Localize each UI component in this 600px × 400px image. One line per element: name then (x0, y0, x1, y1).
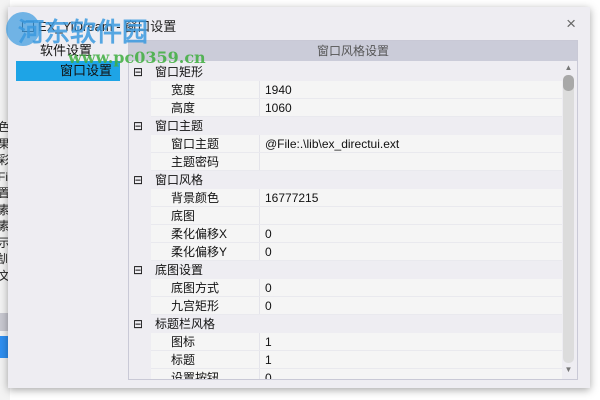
property-row[interactable]: 图标 1 (151, 333, 562, 351)
group-name: 窗口主题 (155, 119, 204, 133)
property-name: 高度 (171, 101, 196, 115)
property-name: 图标 (171, 335, 196, 349)
property-value[interactable]: 1940 (259, 81, 292, 98)
property-row[interactable]: 标题 1 (151, 351, 562, 369)
property-row[interactable]: 背景颜色 16777215 (151, 189, 562, 207)
property-row[interactable]: 高度 1060 (151, 99, 562, 117)
property-row[interactable]: 柔化偏移Y 0 (151, 243, 562, 261)
property-name: 主题密码 (171, 155, 220, 169)
property-value[interactable]: 1 (259, 333, 272, 350)
property-group[interactable]: ⊟ 窗口主题 (129, 117, 562, 135)
property-value[interactable] (259, 153, 265, 170)
property-value[interactable]: 1060 (259, 99, 292, 116)
property-value[interactable]: 0 (259, 243, 272, 260)
scroll-track[interactable] (563, 75, 574, 363)
property-name: 柔化偏移Y (171, 245, 228, 259)
property-group[interactable]: ⊟ 标题栏风格 (129, 315, 562, 333)
property-row[interactable]: 宽度 1940 (151, 81, 562, 99)
property-name: 窗口主题 (171, 137, 220, 151)
property-group[interactable]: ⊟ 底图设置 (129, 261, 562, 279)
property-name: 背景颜色 (171, 191, 220, 205)
group-name: 窗口风格 (155, 173, 204, 187)
property-row[interactable]: 柔化偏移X 0 (151, 225, 562, 243)
property-name: 底图 (171, 209, 196, 223)
property-row[interactable]: 主题密码 (151, 153, 562, 171)
scroll-up-icon[interactable]: ▲ (563, 63, 574, 73)
scroll-down-icon[interactable]: ▼ (563, 365, 574, 375)
property-value[interactable]: 0 (259, 297, 272, 314)
close-button[interactable]: × (566, 14, 576, 34)
property-name: 宽度 (171, 83, 196, 97)
property-value[interactable]: 0 (259, 369, 272, 379)
property-name: 九宫矩形 (171, 299, 220, 313)
property-row[interactable]: 设置按钮 0 (151, 369, 562, 380)
scroll-thumb[interactable] (563, 75, 574, 91)
group-name: 标题栏风格 (155, 317, 216, 331)
property-row[interactable]: 九宫矩形 0 (151, 297, 562, 315)
property-value[interactable] (259, 207, 265, 224)
property-name: 底图方式 (171, 281, 220, 295)
property-value[interactable]: 0 (259, 279, 272, 296)
property-name: 设置按钮 (171, 371, 220, 380)
property-row[interactable]: 底图 (151, 207, 562, 225)
property-value[interactable]: 1 (259, 351, 272, 368)
property-name: 标题 (171, 353, 196, 367)
property-group[interactable]: ⊟ 窗口风格 (129, 171, 562, 189)
watermark-text: 河东软件园 (18, 18, 149, 48)
property-grid: 窗口风格设置 ⊟ 窗口矩形 宽度 1940 高度 1060 ⊟ 窗口主题 窗口主题 @File:.… (128, 40, 578, 380)
property-row[interactable]: 窗口主题 @File:.\lib\ex_directui.ext (151, 135, 562, 153)
watermark-url: www.pc0359.cn (68, 48, 206, 67)
collapse-icon[interactable]: ⊟ (133, 117, 143, 135)
property-row[interactable]: 底图方式 0 (151, 279, 562, 297)
collapse-icon[interactable]: ⊟ (133, 171, 143, 189)
property-value[interactable]: 16777215 (259, 189, 318, 206)
property-name: 柔化偏移X (171, 227, 228, 241)
property-value[interactable]: 0 (259, 225, 272, 242)
group-name: 底图设置 (155, 263, 204, 277)
property-value[interactable]: @File:.\lib\ex_directui.ext (259, 135, 399, 152)
collapse-icon[interactable]: ⊟ (133, 315, 143, 333)
collapse-icon[interactable]: ⊟ (133, 261, 143, 279)
vertical-scrollbar[interactable]: ▲ ▼ (563, 63, 574, 375)
